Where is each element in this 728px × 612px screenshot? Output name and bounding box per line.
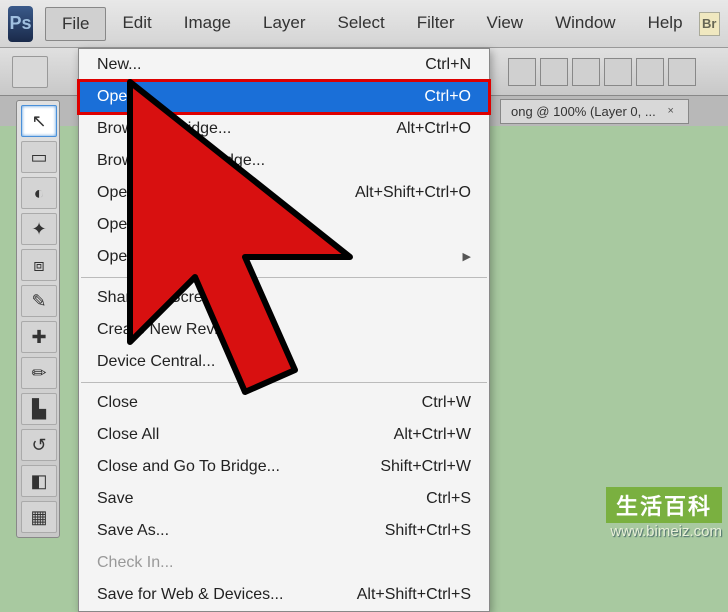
tool-preset-icon[interactable]: [12, 56, 48, 88]
menu-select[interactable]: Select: [322, 7, 401, 41]
menu-item-label: Create New Review...: [97, 318, 251, 342]
menu-shortcut: Ctrl+N: [425, 53, 471, 77]
menu-item-label: Open As Smart Object...: [97, 213, 270, 237]
crop-tool[interactable]: ⧈: [21, 249, 57, 281]
bridge-badge[interactable]: Br: [699, 12, 720, 36]
align-bottom-icon[interactable]: [668, 58, 696, 86]
menu-image[interactable]: Image: [168, 7, 247, 41]
toolbox: ↖ ▭ ◐ ✦ ⧈ ✎ ✚ ✏ ▙ ↺ ◧ ▦: [16, 100, 60, 538]
move-tool[interactable]: ↖: [21, 105, 57, 137]
watermark: 生活百科 www.bimeiz.com: [606, 487, 722, 540]
align-center-icon[interactable]: [540, 58, 568, 86]
menu-item-label: Open Recent: [97, 245, 191, 269]
close-icon[interactable]: ×: [664, 104, 678, 118]
gradient-tool[interactable]: ▦: [21, 501, 57, 533]
align-middle-icon[interactable]: [636, 58, 664, 86]
menu-filter[interactable]: Filter: [401, 7, 471, 41]
menu-item-open[interactable]: Open... Ctrl+O: [79, 81, 489, 113]
menu-shortcut: Alt+Ctrl+W: [394, 423, 471, 447]
menu-item-save[interactable]: Save Ctrl+S: [79, 483, 489, 515]
menu-item-share-my-screen[interactable]: Share My Screen...: [79, 282, 489, 314]
menu-item-new[interactable]: New... Ctrl+N: [79, 49, 489, 81]
menu-item-close-all[interactable]: Close All Alt+Ctrl+W: [79, 419, 489, 451]
menu-shortcut: Ctrl+W: [422, 391, 471, 415]
menu-shortcut: Alt+Shift+Ctrl+O: [355, 181, 471, 205]
menu-edit[interactable]: Edit: [106, 7, 167, 41]
app-logo: Ps: [8, 6, 33, 42]
menu-item-open-as-smart-object[interactable]: Open As Smart Object...: [79, 209, 489, 241]
menu-item-label: Browse in Mini Bridge...: [97, 149, 265, 173]
menu-shortcut: Shift+Ctrl+W: [380, 455, 471, 479]
menu-item-label: Save As...: [97, 519, 169, 543]
menu-file[interactable]: File: [45, 7, 106, 41]
submenu-arrow-icon: ▶: [463, 245, 471, 269]
eyedropper-tool[interactable]: ✎: [21, 285, 57, 317]
menu-view[interactable]: View: [471, 7, 540, 41]
menu-item-close[interactable]: Close Ctrl+W: [79, 387, 489, 419]
menu-item-label: Check In...: [97, 551, 173, 575]
align-right-icon[interactable]: [572, 58, 600, 86]
menu-help[interactable]: Help: [632, 7, 699, 41]
menu-item-label: Open...: [97, 85, 149, 109]
watermark-title: 生活百科: [606, 487, 722, 523]
menu-layer[interactable]: Layer: [247, 7, 322, 41]
menu-item-check-in: Check In...: [79, 547, 489, 579]
eraser-tool[interactable]: ◧: [21, 465, 57, 497]
history-brush-tool[interactable]: ↺: [21, 429, 57, 461]
menu-shortcut: Alt+Shift+Ctrl+S: [357, 583, 471, 607]
healing-tool[interactable]: ✚: [21, 321, 57, 353]
align-left-icon[interactable]: [508, 58, 536, 86]
menu-item-label: Close and Go To Bridge...: [97, 455, 280, 479]
menu-item-browse-in-mini-bridge[interactable]: Browse in Mini Bridge...: [79, 145, 489, 177]
marquee-tool[interactable]: ▭: [21, 141, 57, 173]
menu-item-label: New...: [97, 53, 141, 77]
menu-shortcut: Shift+Ctrl+S: [385, 519, 471, 543]
menu-item-browse-in-bridge[interactable]: Browse in Bridge... Alt+Ctrl+O: [79, 113, 489, 145]
menu-shortcut: Ctrl+S: [426, 487, 471, 511]
menu-separator: [81, 382, 487, 383]
menu-item-close-and-go-to-bridge[interactable]: Close and Go To Bridge... Shift+Ctrl+W: [79, 451, 489, 483]
menu-item-label: Share My Screen...: [97, 286, 234, 310]
menu-item-label: Open As...: [97, 181, 172, 205]
menu-item-label: Save: [97, 487, 133, 511]
wand-tool[interactable]: ✦: [21, 213, 57, 245]
menu-item-label: Save for Web & Devices...: [97, 583, 283, 607]
menu-item-create-new-review[interactable]: Create New Review...: [79, 314, 489, 346]
lasso-tool[interactable]: ◐: [21, 177, 57, 209]
document-tab[interactable]: ong @ 100% (Layer 0, ... ×: [500, 99, 689, 124]
menu-window[interactable]: Window: [539, 7, 631, 41]
menu-shortcut: Ctrl+O: [424, 85, 471, 109]
brush-tool[interactable]: ✏: [21, 357, 57, 389]
menu-item-save-for-web-devices[interactable]: Save for Web & Devices... Alt+Shift+Ctrl+…: [79, 579, 489, 611]
align-top-icon[interactable]: [604, 58, 632, 86]
menu-bar: Ps FileEditImageLayerSelectFilterViewWin…: [0, 0, 728, 48]
watermark-url: www.bimeiz.com: [606, 523, 722, 540]
document-title: ong @ 100% (Layer 0, ...: [511, 104, 656, 119]
menu-item-open-as[interactable]: Open As... Alt+Shift+Ctrl+O: [79, 177, 489, 209]
menu-shortcut: Alt+Ctrl+O: [396, 117, 471, 141]
menu-item-save-as[interactable]: Save As... Shift+Ctrl+S: [79, 515, 489, 547]
menu-separator: [81, 277, 487, 278]
menu-item-device-central[interactable]: Device Central...: [79, 346, 489, 378]
menu-item-open-recent[interactable]: Open Recent ▶: [79, 241, 489, 273]
menu-item-label: Browse in Bridge...: [97, 117, 231, 141]
align-group: [508, 58, 696, 86]
menu-item-label: Device Central...: [97, 350, 215, 374]
stamp-tool[interactable]: ▙: [21, 393, 57, 425]
menu-item-label: Close All: [97, 423, 159, 447]
menu-item-label: Close: [97, 391, 138, 415]
file-menu-dropdown: New... Ctrl+N Open... Ctrl+O Browse in Bridg…: [78, 48, 490, 612]
